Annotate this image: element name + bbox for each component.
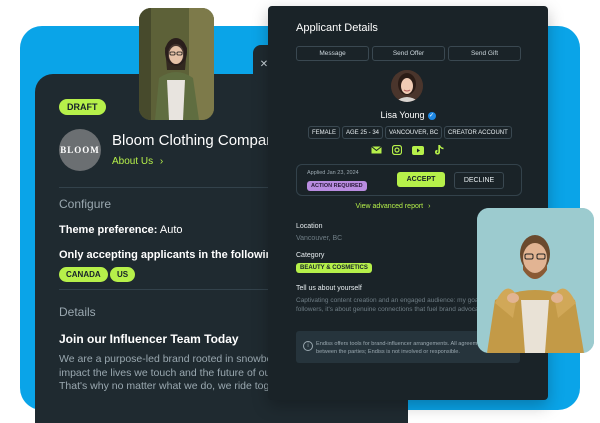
man-illustration [477,208,594,353]
info-icon: i [303,341,313,351]
instagram-glyph [392,145,402,155]
status-badge: ACTION REQUIRED [307,181,367,191]
details-title: Details [59,305,96,319]
configure-title: Configure [59,197,112,211]
avatar-image [391,70,423,102]
advanced-report-link[interactable]: View advanced report › [268,203,518,210]
mail-glyph [370,146,382,154]
logo-text: BLOOM [60,145,100,155]
tiktok-glyph [434,145,443,155]
location-value: Vancouver, BC [296,235,343,242]
decline-button[interactable]: DECLINE [454,172,504,189]
chevron-right-icon: › [159,156,164,167]
chevron-right-icon: › [428,203,431,210]
woman-illustration [139,8,214,120]
category-tag: BEAUTY & COSMETICS [296,263,372,273]
theme-label: Theme preference: [59,224,158,236]
brand-name: Bloom Clothing Company [112,132,283,149]
about-us-link[interactable]: About Us › [112,156,163,167]
theme-preference: Theme preference: Auto [59,224,183,236]
category-label: Category [296,252,325,259]
influencer-photo [477,208,594,353]
brand-logo: BLOOM [59,129,101,171]
attribute-tag: VANCOUVER, BC [385,126,443,139]
message-button[interactable]: Message [296,46,369,61]
advanced-report-label: View advanced report [355,203,424,210]
applied-date: Applied Jan 23, 2024 [307,170,359,176]
about-us-label: About Us [112,156,154,167]
country-tag: US [110,267,136,282]
send-offer-button[interactable]: Send Offer [372,46,445,61]
tiktok-icon[interactable] [433,145,445,155]
mail-icon[interactable] [370,145,382,155]
influencer-photo [139,8,214,120]
accept-button[interactable]: ACCEPT [397,172,445,187]
theme-value: Auto [159,224,183,236]
instagram-icon[interactable] [391,145,403,155]
panel-title: Applicant Details [296,22,378,34]
details-heading: Join our Influencer Team Today [59,332,239,346]
attribute-tag: AGE 25 - 34 [342,126,384,139]
send-gift-button[interactable]: Send Gift [448,46,521,61]
youtube-icon[interactable] [412,145,424,155]
applicant-name-text: Lisa Young [380,110,425,120]
youtube-glyph [412,145,424,155]
location-label: Location [296,223,323,230]
application-status-box: Applied Jan 23, 2024 ACTION REQUIRED ACC… [296,164,522,196]
avatar [391,70,423,102]
country-tag: CANADA [59,267,108,282]
attribute-tag: FEMALE [308,126,341,139]
applicant-name: Lisa Young ✓ [268,110,548,120]
verified-icon: ✓ [427,111,436,120]
status-badge: DRAFT [59,99,106,115]
tell-label: Tell us about yourself [296,285,362,292]
attribute-tag: CREATOR ACCOUNT [444,126,512,139]
